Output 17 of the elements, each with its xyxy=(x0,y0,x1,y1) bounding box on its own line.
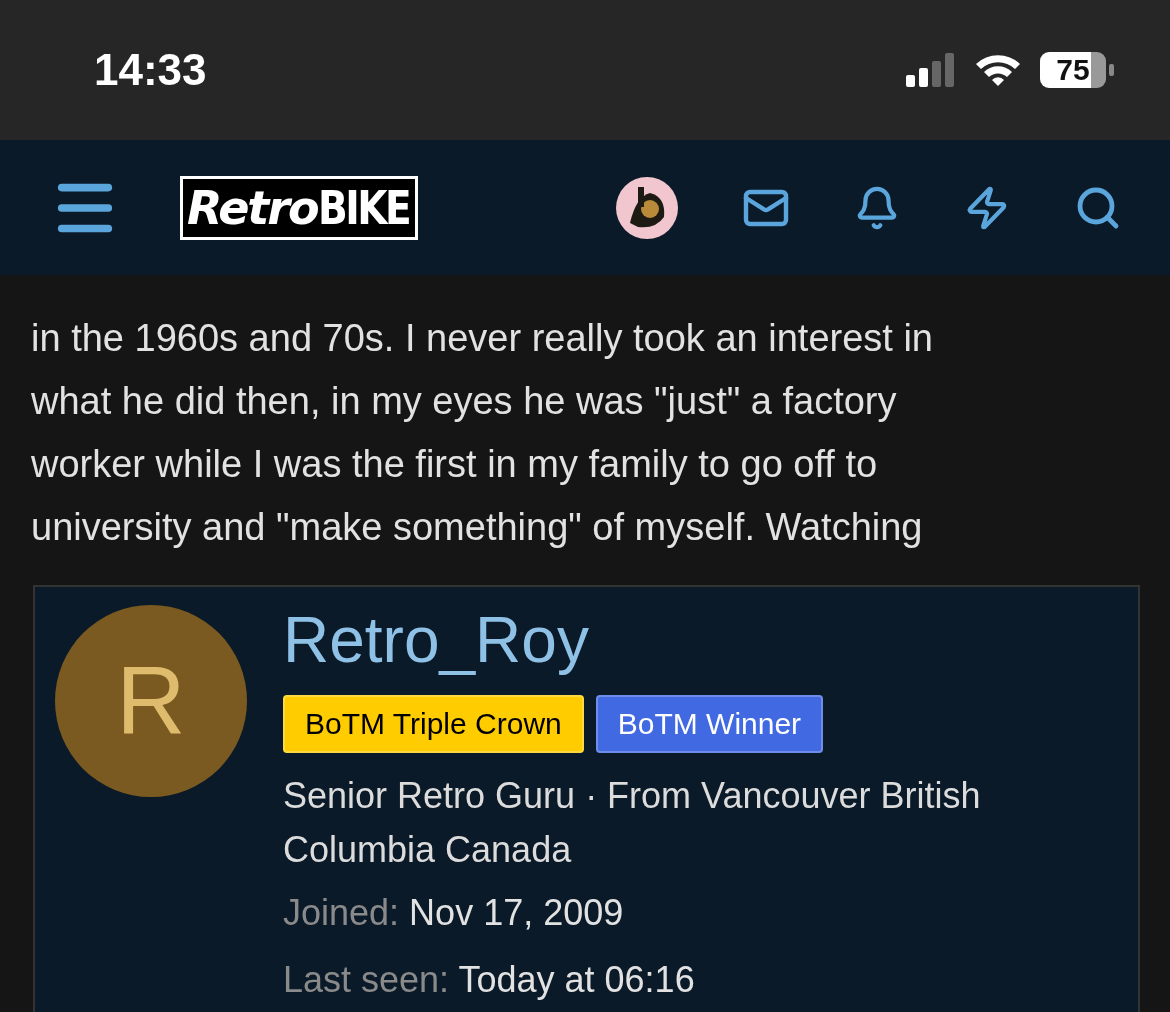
member-badge: BoTM Triple Crown xyxy=(283,695,584,753)
fact-value: Nov 17, 2009 xyxy=(409,892,624,933)
status-time: 14:33 xyxy=(94,45,208,95)
battery-tip-icon xyxy=(1109,64,1114,76)
user-avatar-button[interactable] xyxy=(616,176,678,239)
fact-label: Last seen: xyxy=(283,959,450,1000)
wifi-icon xyxy=(974,53,1022,87)
member-name[interactable]: Retro_Roy xyxy=(283,605,589,675)
fact-value: Today at 06:16 xyxy=(458,959,695,1000)
fact-label: Joined: xyxy=(283,892,400,933)
post-text: in the 1960s and 70s. I never really took an interest in what he did then, in my eyes he was "just" a factory worker while I was the first in my family to go off to university and "make something" of myself. Watching xyxy=(30,316,934,550)
member-avatar: R xyxy=(55,605,247,797)
battery-level: 75 xyxy=(1040,52,1106,88)
member-title: Senior Retro Guru · From Vancouver British Columbia Canada xyxy=(283,774,982,872)
member-badge: BoTM Winner xyxy=(595,695,824,753)
signal-icon xyxy=(906,53,956,87)
site-logo[interactable]: RetroBIKE xyxy=(180,175,418,240)
